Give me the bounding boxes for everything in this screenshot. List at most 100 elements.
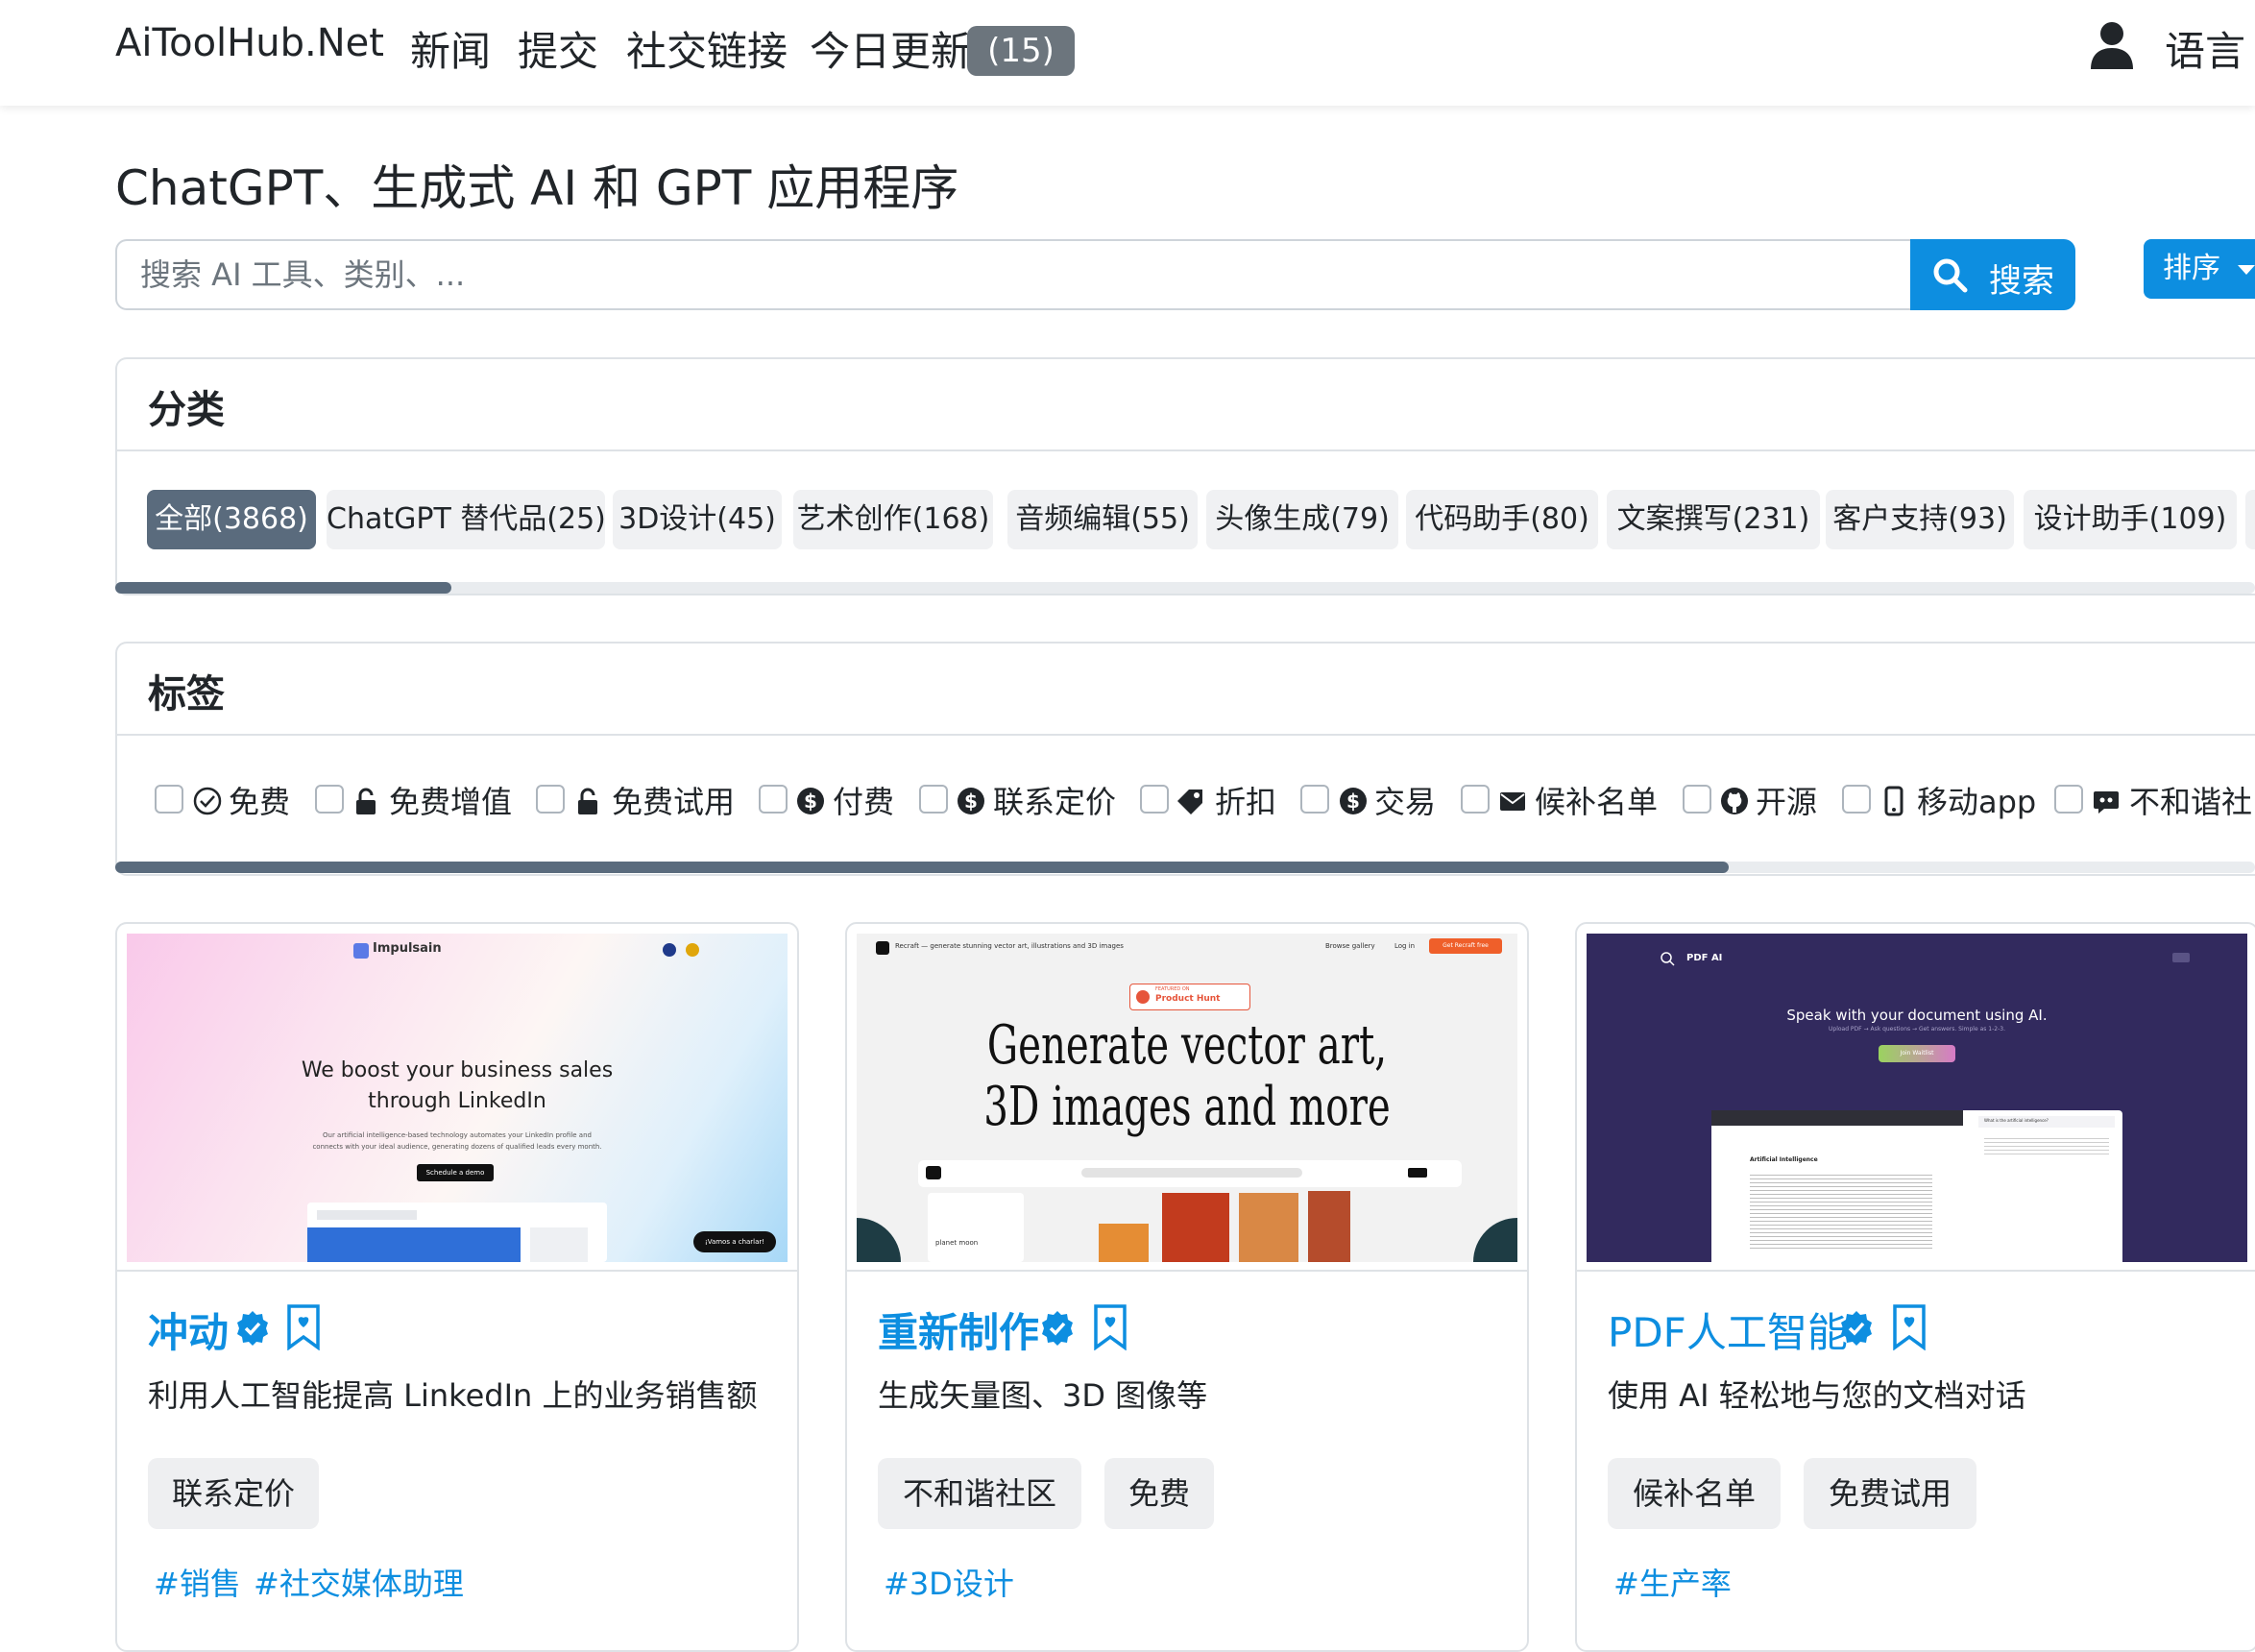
tool-name[interactable]: 重新制作 — [878, 1300, 1039, 1359]
search-button-label: 搜索 — [1989, 262, 2054, 301]
category-pill[interactable]: 客户支持(93) — [1826, 490, 2014, 549]
tag-checkbox-free[interactable] — [155, 785, 183, 814]
tag-label[interactable]: 折扣 — [1215, 778, 1276, 822]
brand-logo[interactable]: AiToolHub.Net — [115, 21, 384, 65]
tool-name[interactable]: PDF人工智能 — [1608, 1300, 1848, 1359]
mock-app-preview — [307, 1203, 607, 1262]
tags-panel: 标签 — [115, 642, 2255, 876]
category-pill[interactable]: 设计助手(109) — [2024, 490, 2237, 549]
verified-badge-icon — [1042, 1311, 1073, 1346]
pricing-tag[interactable]: 免费 — [1104, 1458, 1214, 1529]
schedule-demo-button: Schedule a demo — [417, 1164, 494, 1181]
hashtag-link[interactable]: #3D设计 — [884, 1560, 1014, 1604]
tag-checkbox-freemium[interactable] — [315, 785, 344, 814]
tag-checkbox-waitlist[interactable] — [1461, 785, 1490, 814]
nav-submit[interactable]: 提交 — [518, 19, 598, 78]
language-menu[interactable]: 语言 — [2165, 19, 2245, 78]
caret-down-icon — [2237, 264, 2255, 275]
top-navbar: AiToolHub.Net 新闻 提交 社交链接 今日更新 (15) 语言 — [0, 0, 2255, 106]
tag-label[interactable]: 联系定价 — [993, 778, 1116, 822]
pricing-tag[interactable]: 联系定价 — [148, 1458, 319, 1529]
search-icon — [1933, 258, 1968, 293]
tool-screenshot[interactable]: PDF AI Speak with your document using AI… — [1587, 934, 2247, 1262]
category-pill[interactable]: 文案撰写(231) — [1607, 490, 1820, 549]
hashtag-link[interactable]: #生产率 — [1613, 1560, 1732, 1604]
tag-label[interactable]: 候补名单 — [1535, 778, 1658, 822]
verified-badge-icon — [1841, 1311, 1872, 1346]
categories-header: 分类 — [117, 359, 2255, 451]
tag-checkbox-discount[interactable] — [1140, 785, 1169, 814]
tool-card[interactable]: Impulsain We boost your business sales t… — [115, 922, 799, 1652]
hashtag-link[interactable]: #销售 — [154, 1560, 241, 1604]
flag-spain-icon — [686, 943, 699, 957]
tag-label[interactable]: 免费 — [229, 778, 290, 822]
nav-news[interactable]: 新闻 — [410, 19, 491, 78]
tool-card[interactable]: Recraft — generate stunning vector art, … — [845, 922, 1529, 1652]
sort-dropdown[interactable]: 排序 — [2144, 239, 2255, 299]
tag-label[interactable]: 交易 — [1374, 778, 1436, 822]
category-pill-overflow[interactable] — [2245, 490, 2255, 549]
bookmark-icon[interactable] — [1892, 1304, 1927, 1350]
category-pill[interactable]: ChatGPT 替代品(25) — [327, 490, 606, 549]
category-pill[interactable]: 艺术创作(168) — [793, 490, 993, 549]
sort-label: 排序 — [2163, 252, 2220, 285]
tag-checkbox-contact-pricing[interactable] — [919, 785, 948, 814]
tool-description: 利用人工智能提高 LinkedIn 上的业务销售额 — [148, 1377, 758, 1414]
pdfai-nav-login — [2172, 953, 2190, 962]
recraft-nav-login: Log in — [1394, 942, 1416, 950]
pricing-tag[interactable]: 免费试用 — [1804, 1458, 1976, 1529]
tag-checkbox-discord[interactable] — [2054, 785, 2083, 814]
tool-name[interactable]: 冲动 — [148, 1300, 229, 1359]
tags-scroll-thumb[interactable] — [115, 862, 1729, 873]
tag-checkbox-deal[interactable] — [1300, 785, 1329, 814]
category-pill[interactable]: 代码助手(80) — [1406, 490, 1598, 549]
dollar-circle-icon: $ — [797, 788, 824, 814]
tool-description: 生成矢量图、3D 图像等 — [878, 1377, 1208, 1414]
tool-card[interactable]: PDF AI Speak with your document using AI… — [1575, 922, 2255, 1652]
category-pill[interactable]: 音频编辑(55) — [1007, 490, 1198, 549]
bookmark-icon[interactable] — [286, 1304, 321, 1350]
search-input[interactable] — [115, 239, 1911, 310]
bookmark-icon[interactable] — [1093, 1304, 1128, 1350]
svg-text:$: $ — [1346, 790, 1360, 813]
tool-screenshot[interactable]: Impulsain We boost your business sales t… — [127, 934, 788, 1262]
tag-label[interactable]: 付费 — [833, 778, 894, 822]
updates-count-badge[interactable]: (15) — [967, 26, 1075, 76]
tag-label[interactable]: 开源 — [1756, 778, 1817, 822]
tag-checkbox-open-source[interactable] — [1683, 785, 1711, 814]
nav-social-links[interactable]: 社交链接 — [626, 19, 788, 78]
tag-label[interactable]: 不和谐社 — [2129, 778, 2252, 822]
category-pill[interactable]: 全部(3868) — [147, 490, 316, 549]
category-pill[interactable]: 头像生成(79) — [1206, 490, 1398, 549]
pdfai-waitlist-button: Join Waitlist — [1879, 1045, 1955, 1062]
tool-screenshot-frame[interactable]: Impulsain We boost your business sales t… — [117, 924, 797, 1272]
recraft-headline-1: Generate vector art, — [986, 1014, 1388, 1077]
tag-checkbox-free-trial[interactable] — [536, 785, 565, 814]
hashtag-link[interactable]: #社交媒体助理 — [254, 1560, 464, 1604]
user-icon[interactable] — [2089, 21, 2135, 69]
tag-label[interactable]: 移动app — [1917, 778, 2036, 822]
tag-checkbox-mobile-app[interactable] — [1842, 785, 1871, 814]
tag-label[interactable]: 免费增值 — [389, 778, 512, 822]
tool-screenshot-frame[interactable]: PDF AI Speak with your document using AI… — [1577, 924, 2255, 1272]
pricing-tag[interactable]: 不和谐社区 — [878, 1458, 1081, 1529]
pdfai-mock-app: Artificial Intelligence What is the arti… — [1711, 1110, 2122, 1262]
mock-right-shape — [1473, 1218, 1517, 1262]
product-hunt-badge: FEATURED ON Product Hunt — [1129, 984, 1250, 1010]
pdfai-headline: Speak with your document using AI. — [1786, 1007, 2048, 1024]
mobile-icon — [1884, 786, 1903, 816]
tag-icon — [1177, 790, 1202, 814]
category-pill[interactable]: 3D设计(45) — [613, 490, 782, 549]
page-title: ChatGPT、生成式 AI 和 GPT 应用程序 — [115, 160, 959, 216]
mock-left-shape — [857, 1218, 901, 1262]
tool-screenshot-frame[interactable]: Recraft — generate stunning vector art, … — [847, 924, 1527, 1272]
tag-checkbox-paid[interactable] — [759, 785, 788, 814]
mock-art-3 — [1239, 1193, 1298, 1262]
nav-today-updates[interactable]: 今日更新 — [810, 19, 971, 78]
search-button[interactable]: 搜索 — [1910, 239, 2075, 310]
tool-screenshot[interactable]: Recraft — generate stunning vector art, … — [857, 934, 1517, 1262]
tag-label[interactable]: 免费试用 — [612, 778, 735, 822]
envelope-icon — [1500, 792, 1525, 811]
categories-scroll-thumb[interactable] — [115, 582, 451, 594]
pricing-tag[interactable]: 候补名单 — [1608, 1458, 1781, 1529]
